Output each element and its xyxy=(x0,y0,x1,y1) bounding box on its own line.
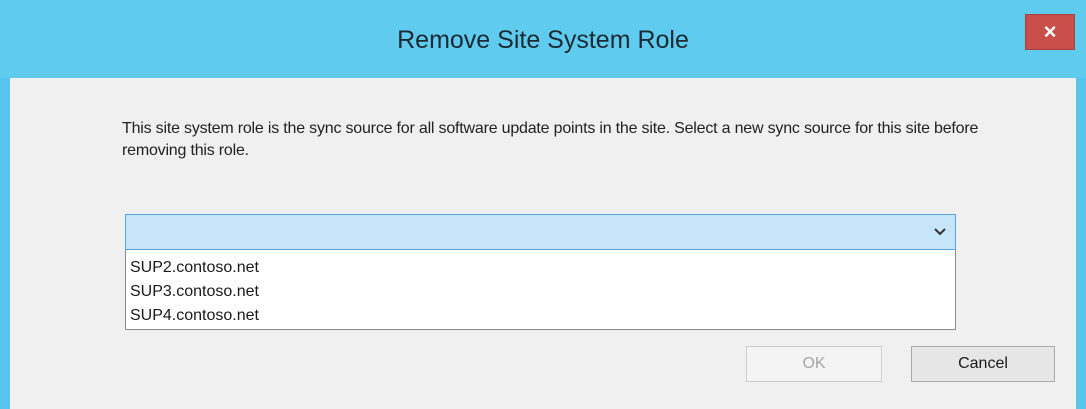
option-sup3[interactable]: SUP3.contoso.net xyxy=(126,280,955,304)
sync-source-combobox[interactable] xyxy=(125,214,956,250)
cancel-button[interactable]: Cancel xyxy=(911,346,1055,382)
option-sup4[interactable]: SUP4.contoso.net xyxy=(126,304,955,328)
chevron-down-icon[interactable] xyxy=(933,224,947,238)
dialog-body: This site system role is the sync source… xyxy=(10,78,1076,409)
dialog-title: Remove Site System Role xyxy=(397,26,689,54)
close-icon: × xyxy=(1043,19,1057,44)
sync-source-dropdown-list: SUP2.contoso.net SUP3.contoso.net SUP4.c… xyxy=(125,250,956,330)
title-bar[interactable]: Remove Site System Role × xyxy=(0,0,1086,78)
option-sup2[interactable]: SUP2.contoso.net xyxy=(126,256,955,280)
dialog-window: Remove Site System Role × This site syst… xyxy=(0,0,1086,409)
info-message: This site system role is the sync source… xyxy=(122,120,979,159)
ok-button[interactable]: OK xyxy=(746,346,882,382)
close-button[interactable]: × xyxy=(1025,14,1075,50)
